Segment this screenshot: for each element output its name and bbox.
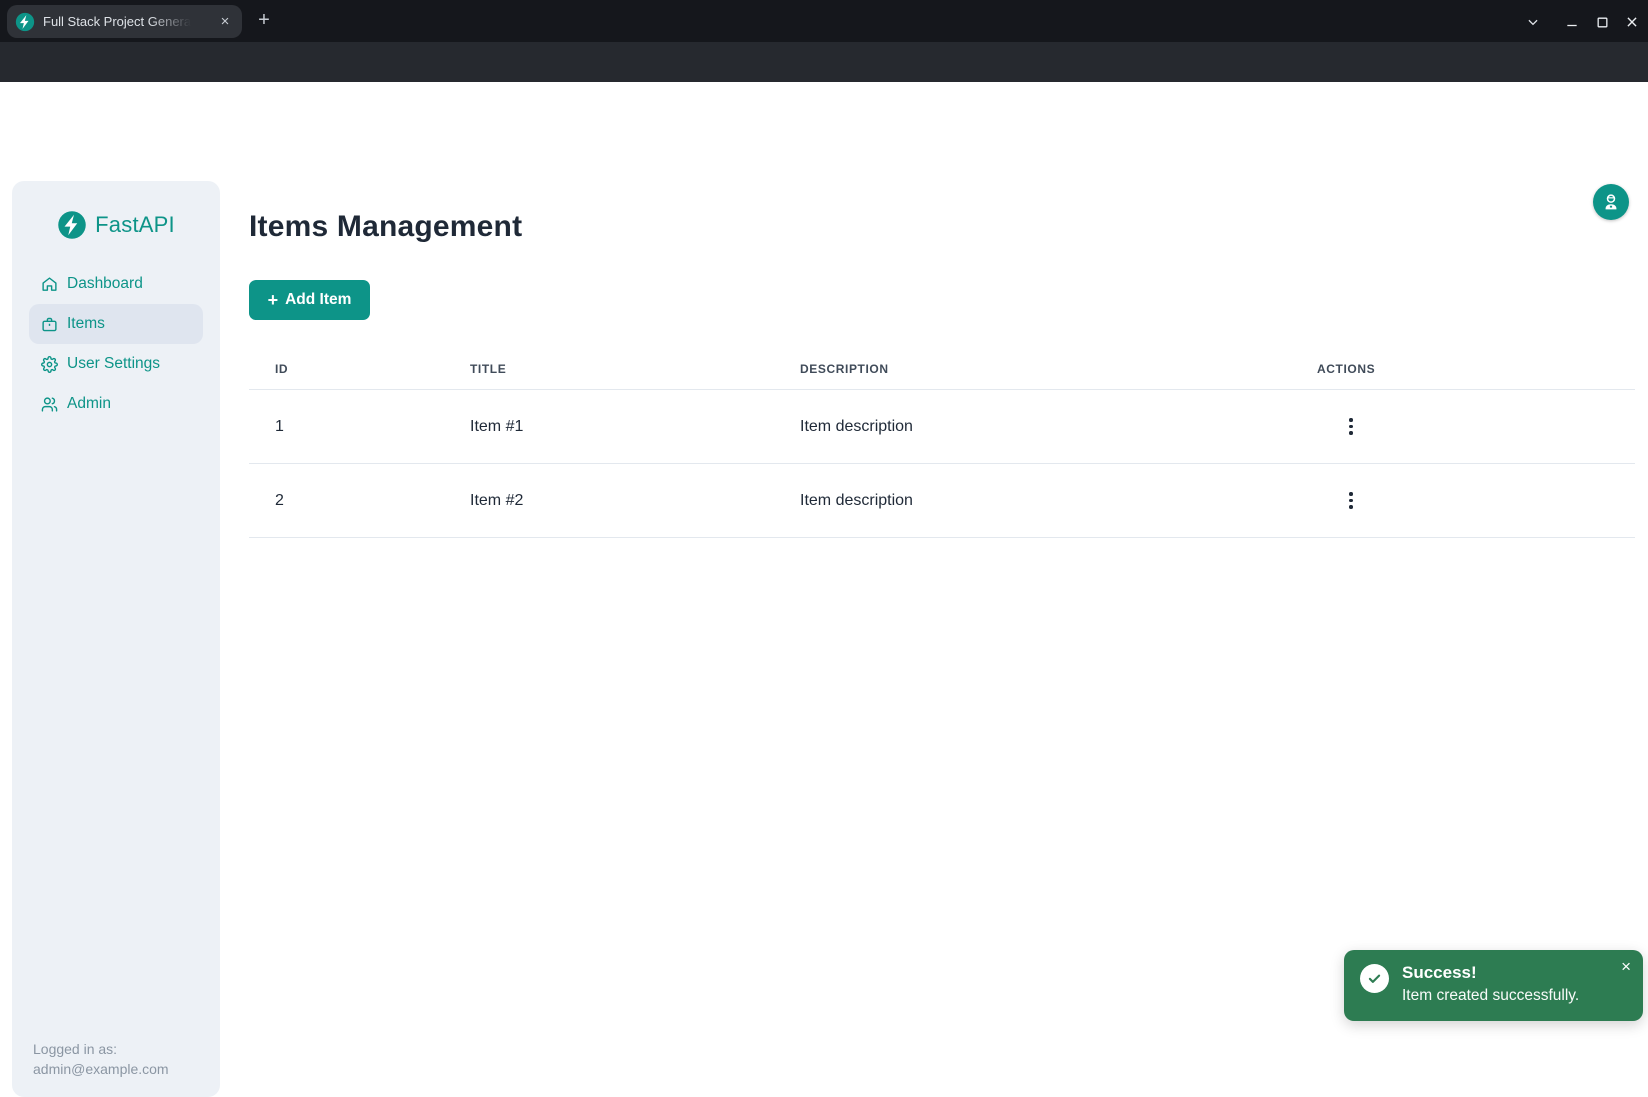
add-item-button[interactable]: + Add Item <box>249 280 370 320</box>
gear-icon <box>41 356 58 373</box>
cell-id: 2 <box>249 492 470 510</box>
sidebar-item-admin[interactable]: Admin <box>29 384 203 424</box>
col-header-title: TITLE <box>470 362 800 376</box>
sidebar-item-user-settings[interactable]: User Settings <box>29 344 203 384</box>
toast-title: Success! <box>1402 962 1579 984</box>
cell-title: Item #2 <box>470 492 800 510</box>
window-minimize-button[interactable] <box>1558 8 1586 36</box>
table-header-row: ID TITLE DESCRIPTION ACTIONS <box>249 348 1635 390</box>
fastapi-logo[interactable]: FastAPI <box>12 210 220 240</box>
logged-in-label: Logged in as: <box>33 1039 169 1059</box>
briefcase-icon <box>41 316 58 333</box>
add-item-label: Add Item <box>285 291 351 309</box>
sidebar-item-label: Admin <box>67 395 111 413</box>
success-check-icon <box>1360 964 1389 993</box>
row-actions-kebab-icon[interactable] <box>1337 413 1365 441</box>
sidebar-item-label: User Settings <box>67 355 160 373</box>
browser-toolbar: localhost/items 1 <box>0 42 1648 82</box>
toast-text: Success! Item created successfully. <box>1402 962 1579 1007</box>
row-actions-kebab-icon[interactable] <box>1337 487 1365 515</box>
logo-text: FastAPI <box>95 212 175 238</box>
tab-strip: Full Stack Project Genera × + <box>0 0 1648 42</box>
sidebar: FastAPI Dashboard Items User Settings Ad… <box>12 181 220 1097</box>
new-tab-button[interactable]: + <box>252 9 276 33</box>
browser-tab[interactable]: Full Stack Project Genera × <box>7 5 242 38</box>
success-toast: Success! Item created successfully. × <box>1344 950 1643 1021</box>
col-header-id: ID <box>249 362 470 376</box>
tab-search-chevron-icon[interactable] <box>1519 8 1547 36</box>
col-header-description: DESCRIPTION <box>800 362 1317 376</box>
plus-icon: + <box>268 291 279 309</box>
logged-in-info: Logged in as: admin@example.com <box>33 1039 169 1079</box>
home-icon <box>41 276 58 293</box>
sidebar-item-label: Items <box>67 315 105 333</box>
cell-id: 1 <box>249 418 470 436</box>
window-maximize-button[interactable] <box>1588 8 1616 36</box>
logged-in-email: admin@example.com <box>33 1059 169 1079</box>
sidebar-item-items[interactable]: Items <box>29 304 203 344</box>
items-table: ID TITLE DESCRIPTION ACTIONS 1 Item #1 I… <box>249 348 1635 538</box>
sidebar-item-dashboard[interactable]: Dashboard <box>29 264 203 304</box>
fastapi-bolt-icon <box>57 210 87 240</box>
sidebar-nav: Dashboard Items User Settings Admin <box>12 264 220 424</box>
col-header-actions: ACTIONS <box>1317 362 1635 376</box>
cell-title: Item #1 <box>470 418 800 436</box>
page-title: Items Management <box>249 210 1635 244</box>
tab-close-icon[interactable]: × <box>216 13 234 31</box>
cell-description: Item description <box>800 492 1317 510</box>
table-row: 1 Item #1 Item description <box>249 390 1635 464</box>
main-content: Items Management + Add Item ID TITLE DES… <box>249 164 1635 538</box>
toast-close-icon[interactable]: × <box>1621 958 1631 975</box>
tab-title: Full Stack Project Genera <box>43 14 191 29</box>
browser-chrome: Full Stack Project Genera × + <box>0 0 1648 82</box>
fastapi-favicon-icon <box>15 12 35 32</box>
cell-description: Item description <box>800 418 1317 436</box>
users-icon <box>41 396 58 413</box>
window-close-button[interactable] <box>1618 8 1646 36</box>
app-page: FastAPI Dashboard Items User Settings Ad… <box>0 82 1648 1025</box>
sidebar-item-label: Dashboard <box>67 275 143 293</box>
table-row: 2 Item #2 Item description <box>249 464 1635 538</box>
toast-message: Item created successfully. <box>1402 984 1579 1007</box>
